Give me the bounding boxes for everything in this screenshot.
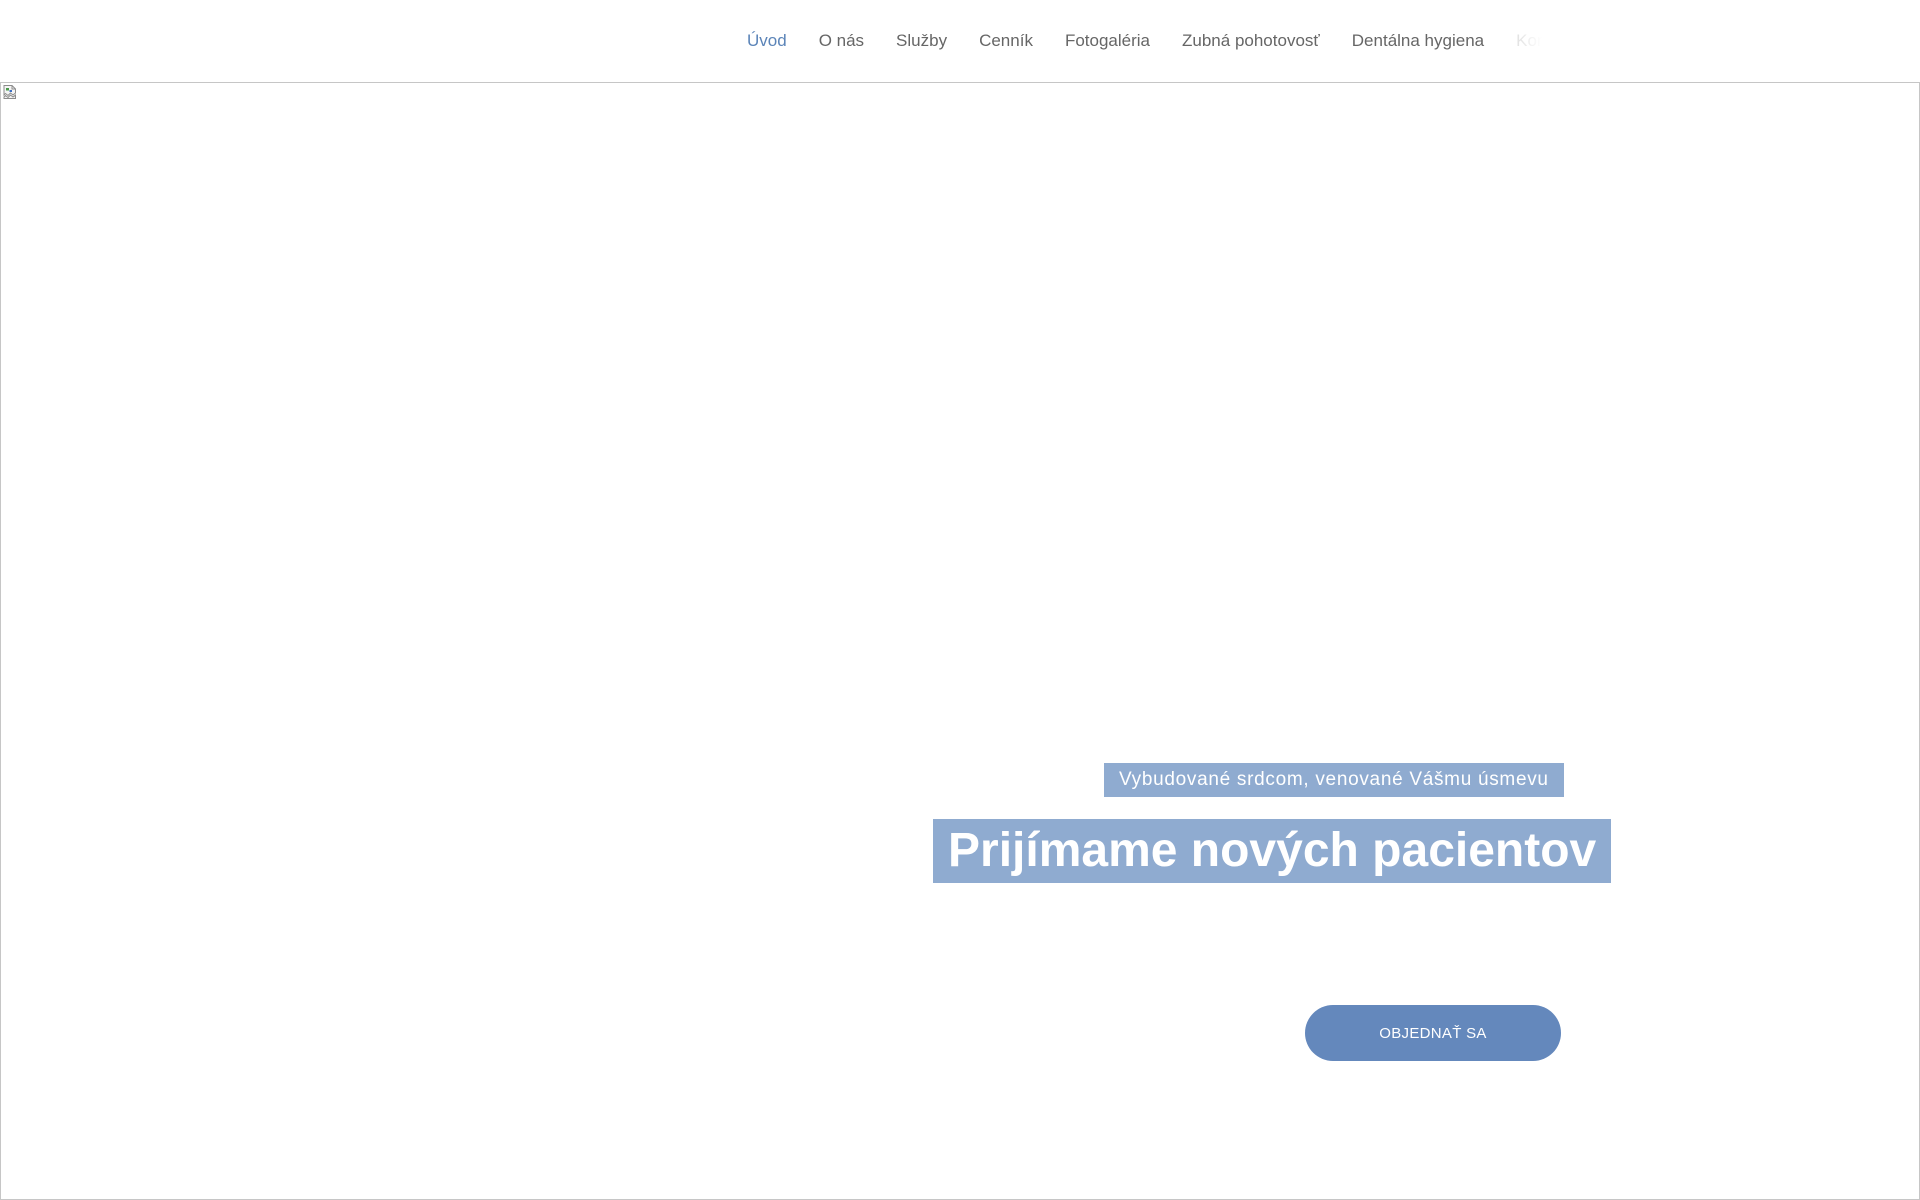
- nav-link-uvod[interactable]: Úvod: [747, 27, 787, 55]
- page: Úvod O nás Služby Cenník Fotogaléria Zub…: [0, 0, 1920, 1200]
- nav-link-dentalna-hygiena[interactable]: Dentálna hygiena: [1352, 27, 1484, 55]
- nav-link-zubna-pohotovost[interactable]: Zubná pohotovosť: [1182, 27, 1320, 55]
- nav-link-sluzby[interactable]: Služby: [896, 27, 947, 55]
- main-nav: Úvod O nás Služby Cenník Fotogaléria Zub…: [747, 27, 1556, 55]
- nav-link-kontakt[interactable]: Kontakt: [1516, 27, 1556, 55]
- nav-item-uvod: Úvod: [747, 27, 787, 55]
- hero-section: Vybudované srdcom, venované Vášmu úsmevu…: [0, 82, 1920, 1200]
- nav-link-fotogaleria[interactable]: Fotogaléria: [1065, 27, 1150, 55]
- hero-headline: Prijímame nových pacientov: [933, 819, 1612, 883]
- hero-tagline: Vybudované srdcom, venované Vášmu úsmevu: [1104, 763, 1564, 797]
- broken-image-icon: [3, 85, 16, 99]
- nav-list: Úvod O nás Služby Cenník Fotogaléria Zub…: [747, 27, 1556, 55]
- nav-item-dentalna-hygiena: Dentálna hygiena: [1352, 27, 1484, 55]
- book-appointment-button[interactable]: OBJEDNAŤ SA: [1305, 1005, 1561, 1061]
- nav-item-sluzby: Služby: [896, 27, 947, 55]
- hero-image-frame: [1, 83, 1920, 1200]
- nav-item-zubna-pohotovost: Zubná pohotovosť: [1182, 27, 1320, 55]
- nav-item-cennik: Cenník: [979, 27, 1033, 55]
- nav-item-kontakt: Kontakt: [1516, 27, 1556, 55]
- nav-item-o-nas: O nás: [819, 27, 864, 55]
- site-header: Úvod O nás Služby Cenník Fotogaléria Zub…: [0, 0, 1920, 82]
- nav-item-fotogaleria: Fotogaléria: [1065, 27, 1150, 55]
- nav-link-cennik[interactable]: Cenník: [979, 27, 1033, 55]
- nav-link-o-nas[interactable]: O nás: [819, 27, 864, 55]
